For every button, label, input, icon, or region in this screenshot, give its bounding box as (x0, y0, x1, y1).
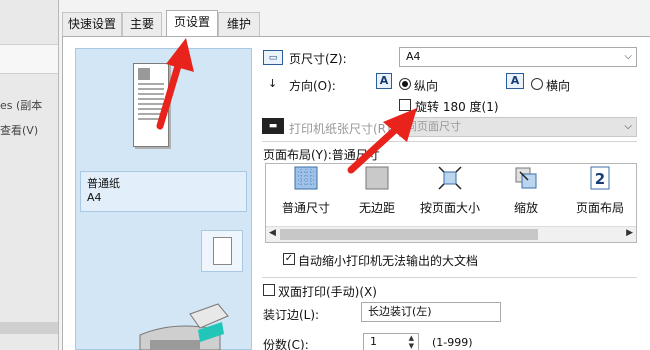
printer-paper-icon: ▬ (262, 118, 284, 134)
printer-icon (139, 303, 229, 350)
scale-icon (515, 167, 537, 189)
background-bar (0, 44, 58, 74)
landscape-radio[interactable] (531, 78, 543, 90)
page-size-icon: ▭ (263, 50, 283, 65)
chevron-down-icon: ⌵ (624, 51, 632, 62)
copies-input[interactable]: 1 ▲ ▼ (363, 333, 419, 350)
orientation-label: 方向(O): (289, 79, 336, 93)
chevron-down-icon: ⌵ (624, 121, 632, 132)
fit-page-icon (438, 166, 462, 190)
paper-size-text: A4 (87, 191, 102, 204)
stepper-icon[interactable]: ▲ ▼ (409, 334, 414, 350)
printer-paper-size-select[interactable]: 同页面尺寸 ⌵ (399, 117, 637, 137)
annotation-arrow-rotate (347, 108, 417, 174)
auto-shrink-label: 自动缩小打印机无法输出的大文档 (298, 254, 479, 268)
arrow-down-icon: ↓ (268, 77, 278, 90)
rotate-label: 旋转 180 度(1) (415, 100, 499, 114)
paper-info-box: 普通纸 A4 (80, 171, 247, 212)
annotation-arrow-tab (156, 38, 194, 130)
landscape-icon: A (506, 73, 524, 89)
layout-scrollbar[interactable]: ◀ ▶ (266, 226, 636, 242)
tab-page-setup[interactable]: 页设置 (166, 10, 218, 38)
page-size-label: 页尺寸(Z): (289, 52, 347, 66)
landscape-label: 横向 (546, 79, 571, 93)
copies-value: 1 (370, 335, 377, 348)
page-size-value: A4 (406, 50, 421, 63)
svg-text:2: 2 (595, 170, 605, 188)
page-layout-icon: 2 (590, 166, 610, 190)
scroll-right-icon[interactable]: ▶ (626, 228, 633, 238)
duplex-checkbox[interactable] (263, 284, 275, 296)
layout-item-label: 页面布局 (575, 201, 624, 215)
binding-label: 装订边(L): (263, 308, 320, 322)
portrait-label: 纵向 (414, 79, 439, 93)
layout-item-scale[interactable]: 缩放 (488, 166, 564, 216)
tab-main[interactable]: 主要 (122, 12, 162, 36)
background-text-2: 查看(V) (0, 124, 39, 137)
background-window: es (副本 查看(V) (0, 0, 58, 350)
scroll-left-icon[interactable]: ◀ (269, 228, 276, 238)
paper-type-text: 普通纸 (87, 177, 120, 190)
page-size-select[interactable]: A4 ⌵ (399, 47, 637, 67)
divider (262, 141, 637, 142)
page-icon (201, 230, 243, 272)
copies-range: (1-999) (432, 336, 473, 349)
layout-item-normal[interactable]: 普通尺寸 (268, 166, 344, 216)
portrait-radio[interactable] (399, 78, 411, 90)
tab-maintenance[interactable]: 维护 (218, 12, 260, 36)
background-text-1: es (副本 (0, 99, 43, 112)
layout-item-label: 无边距 (358, 201, 395, 215)
copies-label: 份数(C): (263, 338, 309, 350)
duplex-label: 双面打印(手动)(X) (278, 285, 377, 299)
binding-value: 长边装订(左) (368, 305, 432, 318)
layout-item-page-layout[interactable]: 2 页面布局 (562, 166, 638, 216)
tab-quick-setup[interactable]: 快速设置 (62, 12, 122, 36)
layout-item-label: 按页面大小 (419, 201, 480, 215)
normal-size-icon (294, 166, 318, 190)
scrollbar-thumb[interactable] (280, 229, 538, 240)
portrait-icon: A (376, 73, 392, 89)
binding-select[interactable]: 长边装订(左) (361, 302, 501, 322)
auto-shrink-checkbox[interactable]: ✓ (283, 253, 295, 265)
background-scrollbar (0, 322, 58, 334)
layout-item-label: 缩放 (513, 201, 538, 215)
layout-item-label: 普通尺寸 (281, 201, 330, 215)
divider (262, 277, 637, 278)
